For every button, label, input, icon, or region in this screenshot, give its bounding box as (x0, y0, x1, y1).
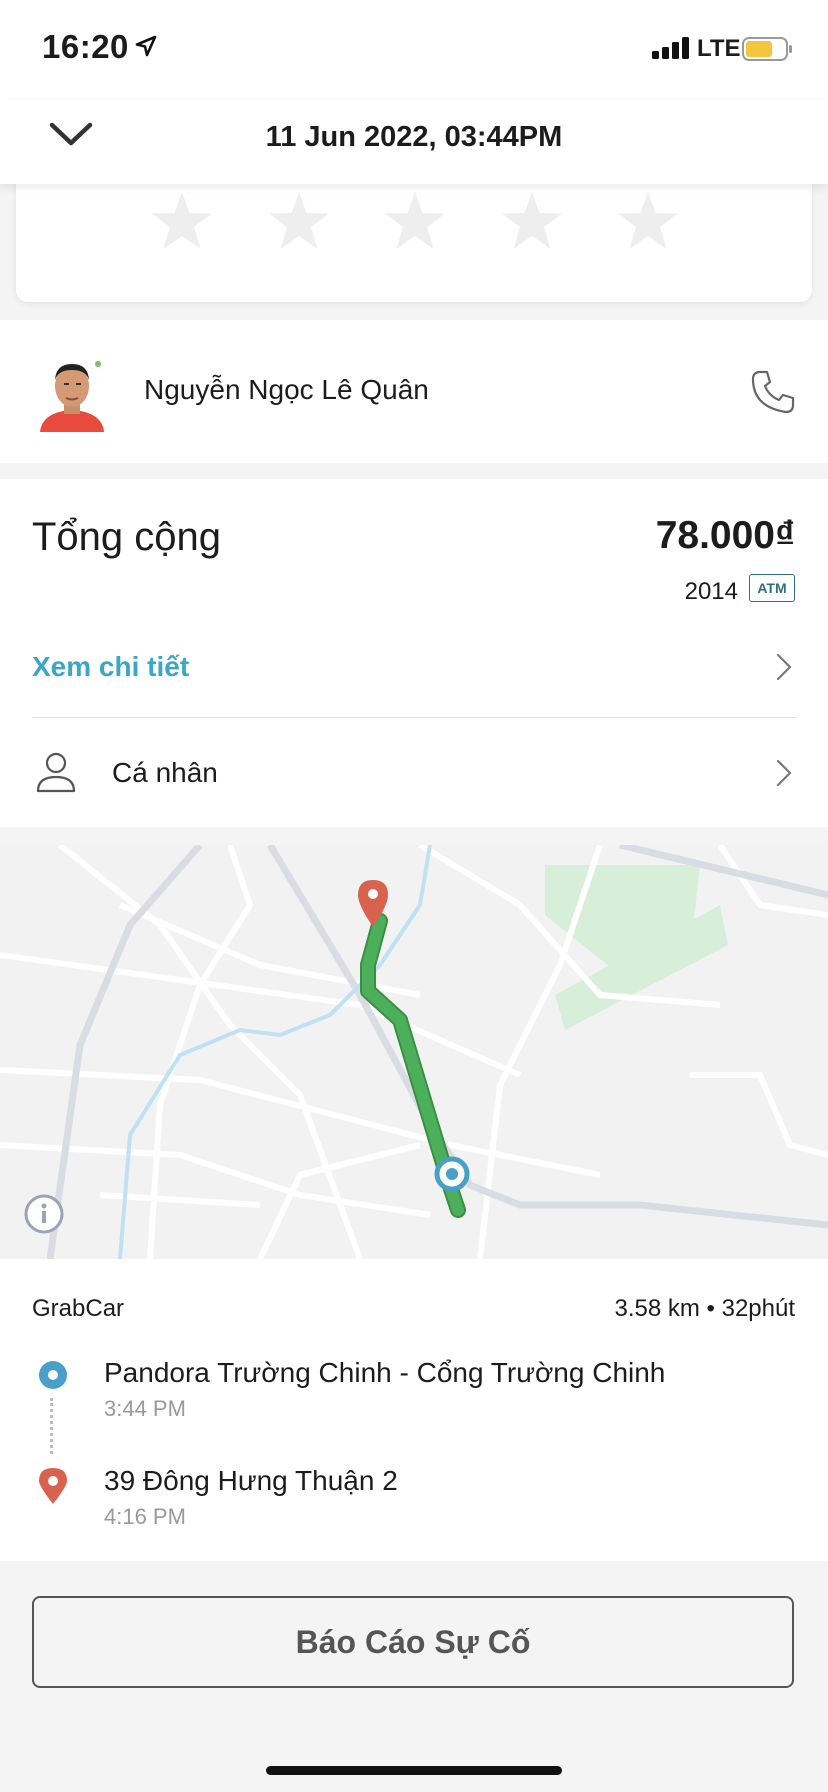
battery-icon (742, 37, 792, 61)
chevron-right-icon[interactable] (774, 652, 794, 682)
dropoff-location: 39 Đông Hưng Thuận 2 (104, 1465, 398, 1496)
profile-type-label: Cá nhân (112, 757, 218, 788)
driver-avatar (40, 361, 104, 432)
person-icon (36, 752, 76, 793)
trip-stats: 3.58 km • 32phút (614, 1295, 795, 1322)
route-connector (50, 1398, 57, 1454)
signal-icon (652, 37, 689, 59)
route-map[interactable] (0, 845, 828, 1259)
phone-icon[interactable] (750, 369, 796, 415)
map-canvas (0, 845, 828, 1259)
total-amount: 78.000₫ (655, 514, 795, 557)
view-details-link[interactable]: Xem chi tiết (32, 651, 189, 683)
page-title: 11 Jun 2022, 03:44PM (265, 121, 563, 153)
home-indicator[interactable] (266, 1766, 562, 1775)
dropoff-time: 4:16 PM (104, 1504, 186, 1529)
star-icon[interactable] (267, 190, 331, 252)
chevron-right-icon[interactable] (774, 758, 794, 788)
star-icon[interactable] (500, 190, 564, 252)
star-icon[interactable] (150, 190, 214, 252)
service-type: GrabCar (32, 1295, 125, 1322)
report-issue-button[interactable]: Báo Cáo Sự Cố (32, 1596, 794, 1688)
driver-name: Nguyễn Ngọc Lê Quân (144, 374, 429, 405)
network-type: LTE (697, 35, 741, 62)
divider (32, 717, 796, 718)
status-time: 16:20 (42, 28, 129, 65)
pickup-time: 3:44 PM (104, 1396, 186, 1421)
star-icon[interactable] (383, 190, 447, 252)
payment-method-code: 2014 (684, 578, 738, 605)
pickup-pin-icon (39, 1361, 67, 1389)
payment-method-badge: ATM (749, 574, 795, 602)
info-icon[interactable] (24, 1194, 64, 1234)
total-label: Tổng cộng (32, 515, 222, 559)
rating-stars (150, 190, 680, 252)
location-arrow-icon (135, 35, 157, 57)
map-pickup-pin-icon (434, 1156, 470, 1192)
pickup-location: Pandora Trường Chinh - Cổng Trường Chinh (104, 1357, 666, 1388)
star-icon[interactable] (616, 190, 680, 252)
dropoff-pin-icon (39, 1468, 67, 1504)
